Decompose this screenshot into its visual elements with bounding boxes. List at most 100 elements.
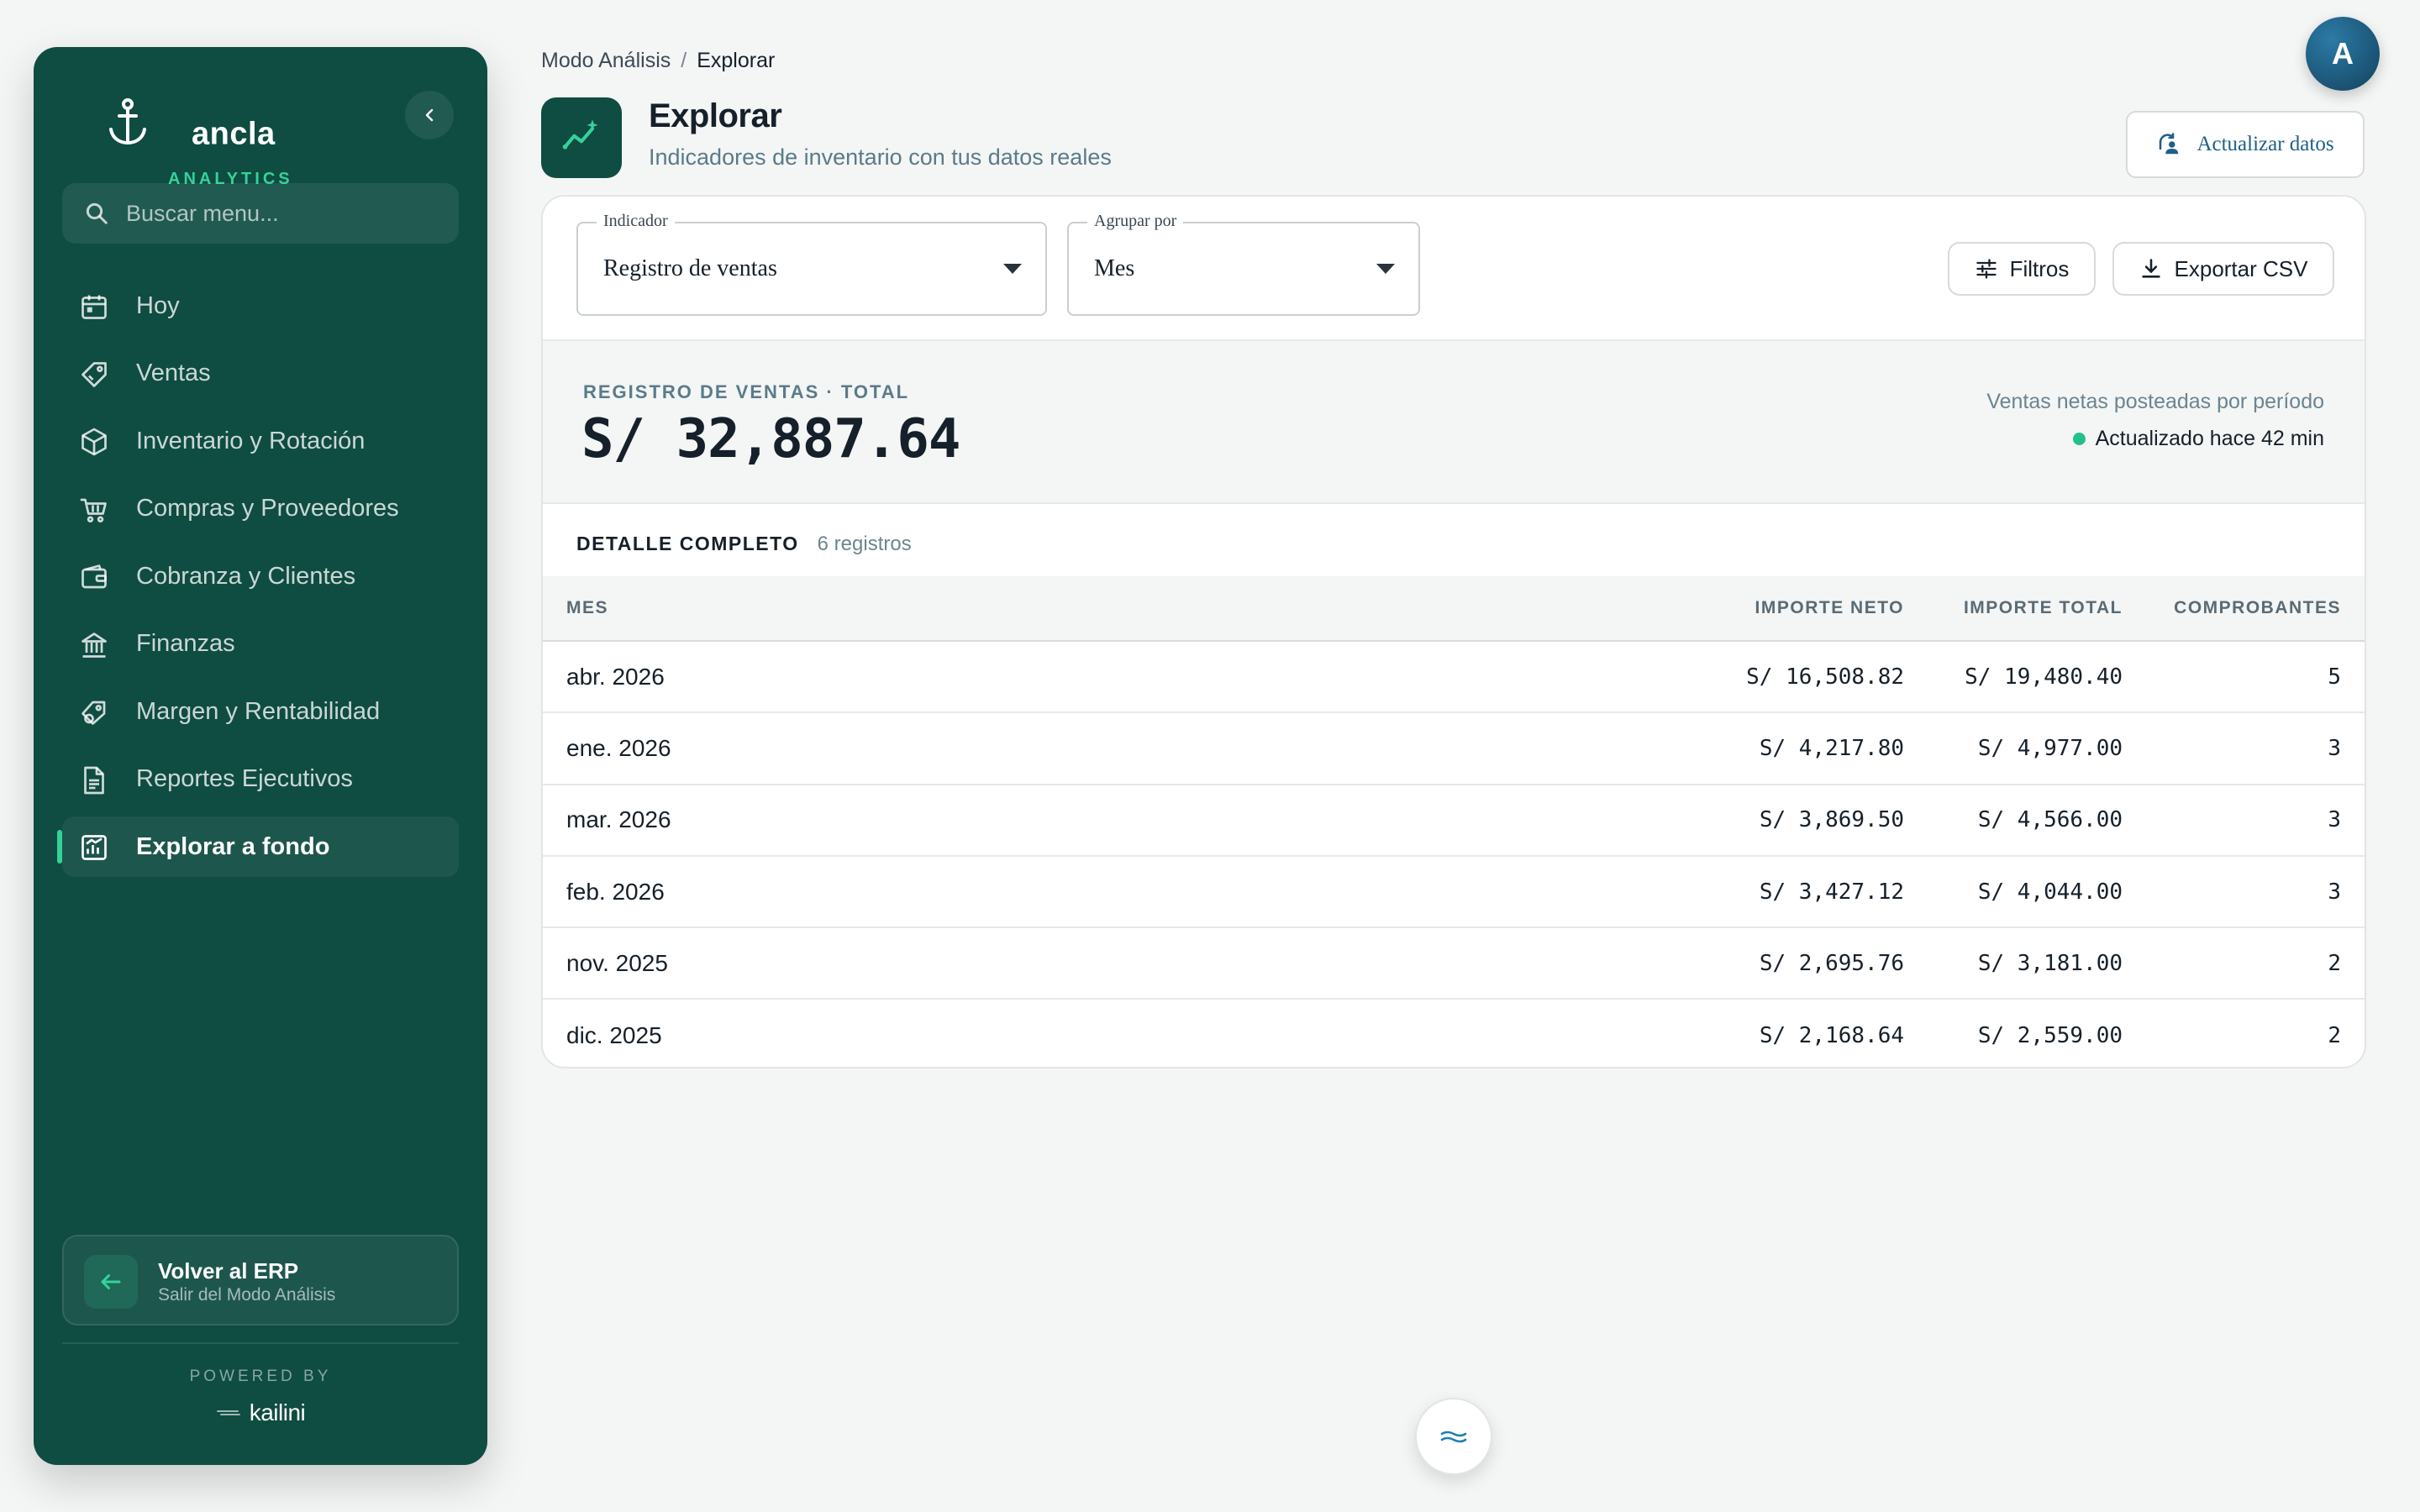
page-icon (541, 97, 622, 178)
back-subtitle: Salir del Modo Análisis (158, 1285, 336, 1305)
column-header-comprobantes[interactable]: COMPROBANTES (2174, 598, 2341, 618)
arrow-left-icon (101, 1274, 121, 1289)
breadcrumb-item-modo-analisis[interactable]: Modo Análisis (541, 49, 671, 73)
sidebar-item-explorar[interactable]: Explorar a fondo (57, 816, 459, 877)
sidebar-item-reportes[interactable]: Reportes Ejecutivos (62, 749, 459, 810)
kailini-mark-icon (216, 1410, 240, 1415)
cell-importe-total: S/ 3,181.00 (1977, 950, 2123, 976)
breadcrumb-item-explorar: Explorar (697, 49, 776, 72)
sidebar: ancla ANALYTICS Buscar menu... Hoy Venta… (34, 47, 487, 1465)
powered-by-label: POWERED BY (189, 1368, 332, 1385)
summary-panel: REGISTRO DE VENTAS · TOTAL S/ 32,887.64 … (543, 339, 2365, 504)
detail-header: DETALLE COMPLETO 6 registros (576, 533, 912, 556)
table-row[interactable]: mar. 2026 S/ 3,869.50 S/ 4,566.00 3 (543, 785, 2365, 857)
back-arrow-box (84, 1255, 138, 1309)
cell-importe-neto: S/ 3,869.50 (1759, 807, 1904, 833)
cell-comprobantes: 3 (2328, 879, 2341, 905)
cell-importe-total: S/ 19,480.40 (1965, 664, 2123, 690)
cell-mes: abr. 2026 (566, 663, 665, 690)
table-row[interactable]: ene. 2026 S/ 4,217.80 S/ 4,977.00 3 (543, 713, 2365, 785)
page-subtitle: Indicadores de inventario con tus datos … (649, 144, 1112, 170)
cell-importe-neto: S/ 4,217.80 (1759, 735, 1904, 761)
user-avatar[interactable]: A (2306, 17, 2380, 91)
sidebar-item-inventario[interactable]: Inventario y Rotación (62, 411, 459, 471)
back-title: Volver al ERP (158, 1258, 299, 1284)
cell-importe-neto: S/ 2,168.64 (1759, 1023, 1904, 1049)
table-row[interactable]: dic. 2025 S/ 2,168.64 S/ 2,559.00 2 (543, 1000, 2365, 1067)
column-header-importe-total[interactable]: IMPORTE TOTAL (1964, 598, 2123, 618)
column-header-mes[interactable]: MES (566, 598, 608, 618)
calendar-icon (82, 295, 107, 319)
sidebar-item-ventas[interactable]: Ventas (62, 344, 459, 404)
cell-importe-neto: S/ 2,695.76 (1759, 950, 1904, 976)
refresh-user-icon (2160, 133, 2179, 155)
sidebar-item-hoy[interactable]: Hoy (62, 276, 459, 336)
update-status: Actualizado hace 42 min (2072, 427, 2324, 451)
table-header: MES IMPORTE NETO IMPORTE TOTAL COMPROBAN… (543, 576, 2365, 642)
filters-button[interactable]: Filtros (1948, 242, 2096, 296)
cell-mes: ene. 2026 (566, 734, 671, 761)
brand-name: ancla (192, 116, 276, 152)
cell-comprobantes: 3 (2328, 735, 2341, 761)
breadcrumb-separator: / (681, 49, 687, 72)
breadcrumb: Modo Análisis / Explorar (541, 49, 775, 73)
cell-comprobantes: 5 (2328, 664, 2341, 690)
sidebar-item-label: Ventas (136, 360, 211, 386)
assistant-fab-button[interactable] (1415, 1398, 1492, 1475)
cell-importe-total: S/ 4,977.00 (1977, 735, 2123, 761)
avatar-initial: A (2332, 36, 2354, 71)
table-row[interactable]: feb. 2026 S/ 3,427.12 S/ 4,044.00 3 (543, 856, 2365, 929)
column-header-importe-neto[interactable]: IMPORTE NETO (1755, 598, 1904, 618)
cell-importe-total: S/ 4,044.00 (1977, 879, 2123, 905)
group-by-select-value: Mes (1094, 255, 1135, 281)
wave-icon (1440, 1431, 1467, 1443)
controls-bar: Indicador Registro de ventas Agrupar por… (543, 197, 2365, 339)
price-tag-icon (82, 701, 106, 725)
export-csv-button[interactable]: Exportar CSV (2112, 242, 2334, 296)
indicator-select[interactable]: Indicador Registro de ventas (576, 212, 1047, 316)
tag-icon (82, 361, 107, 387)
cell-importe-neto: S/ 3,427.12 (1759, 879, 1904, 905)
sidebar-divider (62, 1342, 459, 1344)
table-row[interactable]: abr. 2026 S/ 16,508.82 S/ 19,480.40 5 (543, 642, 2365, 714)
filters-label: Filtros (2009, 255, 2070, 281)
detail-record-count: 6 registros (817, 533, 912, 555)
cell-mes: mar. 2026 (566, 806, 671, 833)
status-dot-icon (2072, 433, 2086, 445)
group-by-select[interactable]: Agrupar por Mes (1067, 212, 1420, 316)
cell-mes: feb. 2026 (566, 878, 665, 905)
cell-comprobantes: 3 (2328, 807, 2341, 833)
summary-label: REGISTRO DE VENTAS · TOTAL (583, 381, 910, 402)
sidebar-item-label: Cobranza y Clientes (136, 562, 356, 590)
group-by-select-label: Agrupar por (1087, 212, 1184, 231)
detail-title: DETALLE COMPLETO (576, 533, 799, 554)
back-to-erp-button[interactable]: Volver al ERP Salir del Modo Análisis (62, 1235, 459, 1326)
sidebar-item-label: Explorar a fondo (136, 832, 330, 860)
cell-mes: nov. 2025 (566, 949, 668, 976)
sidebar-item-compras[interactable]: Compras y Proveedores (62, 479, 459, 539)
collapse-sidebar-button[interactable] (405, 91, 454, 139)
indicator-select-value: Registro de ventas (603, 255, 777, 281)
export-csv-label: Exportar CSV (2174, 255, 2308, 281)
table-row[interactable]: nov. 2025 S/ 2,695.76 S/ 3,181.00 2 (543, 928, 2365, 1000)
summary-total-value: S/ 32,887.64 (581, 408, 960, 470)
anchor-icon (109, 98, 146, 145)
search-placeholder: Buscar menu... (126, 200, 279, 226)
chevron-left-icon (425, 108, 434, 122)
sidebar-item-label: Reportes Ejecutivos (136, 765, 353, 792)
sidebar-item-finanzas[interactable]: Finanzas (62, 614, 459, 675)
sliders-icon (1975, 259, 1996, 279)
sidebar-item-label: Hoy (136, 291, 180, 319)
page-title: Explorar (649, 97, 782, 134)
cell-importe-total: S/ 4,566.00 (1977, 807, 2123, 833)
chart-icon (82, 835, 107, 860)
refresh-data-label: Actualizar datos (2196, 133, 2334, 155)
sidebar-item-cobranza[interactable]: Cobranza y Clientes (62, 546, 459, 606)
refresh-data-button[interactable]: Actualizar datos (2126, 111, 2365, 178)
brand-logo[interactable]: ancla ANALYTICS (74, 87, 444, 188)
sidebar-item-label: Finanzas (136, 630, 235, 657)
sidebar-item-margen[interactable]: Margen y Rentabilidad (62, 681, 459, 742)
detail-table: MES IMPORTE NETO IMPORTE TOTAL COMPROBAN… (543, 576, 2365, 1067)
menu-search-input[interactable]: Buscar menu... (62, 183, 459, 244)
indicator-select-label: Indicador (597, 212, 675, 231)
